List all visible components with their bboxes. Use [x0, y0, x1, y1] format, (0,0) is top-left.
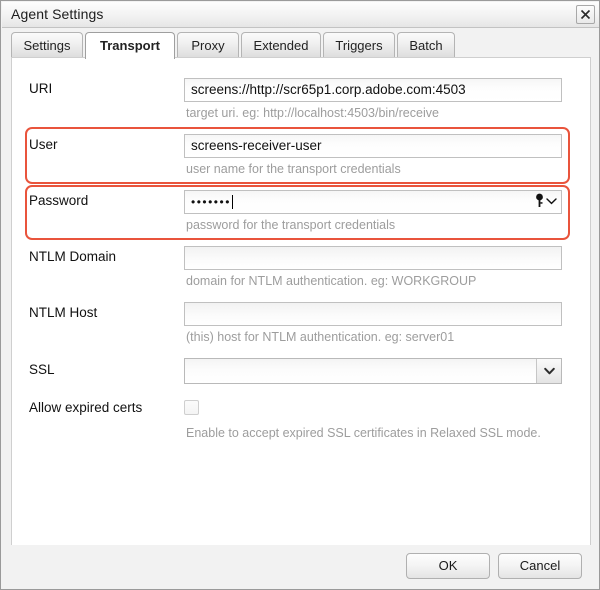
close-button[interactable]	[576, 5, 595, 24]
ntlm-host-label: NTLM Host	[29, 305, 98, 320]
transport-tab-panel: URI screens://http://scr65p1.corp.adobe.…	[11, 57, 591, 546]
agent-settings-dialog: Agent Settings Settings Transport Proxy …	[0, 0, 600, 590]
ok-button[interactable]: OK	[406, 553, 490, 579]
ssl-select-arrow	[536, 359, 561, 383]
ntlm-host-input[interactable]	[184, 302, 562, 326]
dialog-footer: OK Cancel	[2, 545, 599, 588]
password-masked-value: •••••••	[191, 195, 231, 209]
cancel-button[interactable]: Cancel	[498, 553, 582, 579]
tab-proxy[interactable]: Proxy	[177, 32, 239, 58]
ntlm-domain-input[interactable]	[184, 246, 562, 270]
ssl-label: SSL	[29, 362, 55, 377]
password-manager-control[interactable]	[534, 193, 557, 208]
ssl-select[interactable]	[184, 358, 562, 384]
allow-expired-certs-hint: Enable to accept expired SSL certificate…	[186, 426, 541, 440]
chevron-down-icon	[546, 197, 557, 204]
dialog-titlebar: Agent Settings	[2, 2, 599, 28]
tab-extended[interactable]: Extended	[241, 32, 321, 58]
close-icon	[580, 9, 591, 20]
uri-hint: target uri. eg: http://localhost:4503/bi…	[186, 106, 439, 120]
key-icon	[536, 193, 543, 207]
password-input[interactable]: •••••••	[184, 190, 562, 214]
ntlm-host-hint: (this) host for NTLM authentication. eg:…	[186, 330, 455, 344]
uri-input[interactable]: screens://http://scr65p1.corp.adobe.com:…	[184, 78, 562, 102]
tab-settings[interactable]: Settings	[11, 32, 83, 58]
allow-expired-certs-label: Allow expired certs	[29, 400, 143, 415]
tab-transport[interactable]: Transport	[85, 32, 175, 59]
password-hint: password for the transport credentials	[186, 218, 396, 232]
dialog-title: Agent Settings	[11, 6, 104, 22]
chevron-down-icon	[543, 367, 555, 375]
ntlm-domain-hint: domain for NTLM authentication. eg: WORK…	[186, 274, 477, 288]
tab-batch[interactable]: Batch	[397, 32, 455, 58]
uri-label: URI	[29, 81, 53, 96]
ntlm-domain-label: NTLM Domain	[29, 249, 117, 264]
user-input[interactable]: screens-receiver-user	[184, 134, 562, 158]
allow-expired-certs-checkbox[interactable]	[184, 400, 199, 415]
text-caret	[231, 195, 233, 209]
tab-triggers[interactable]: Triggers	[323, 32, 395, 58]
user-hint: user name for the transport credentials	[186, 162, 401, 176]
user-label: User	[29, 137, 58, 152]
tab-bar: Settings Transport Proxy Extended Trigge…	[11, 32, 591, 59]
password-label: Password	[29, 193, 89, 208]
